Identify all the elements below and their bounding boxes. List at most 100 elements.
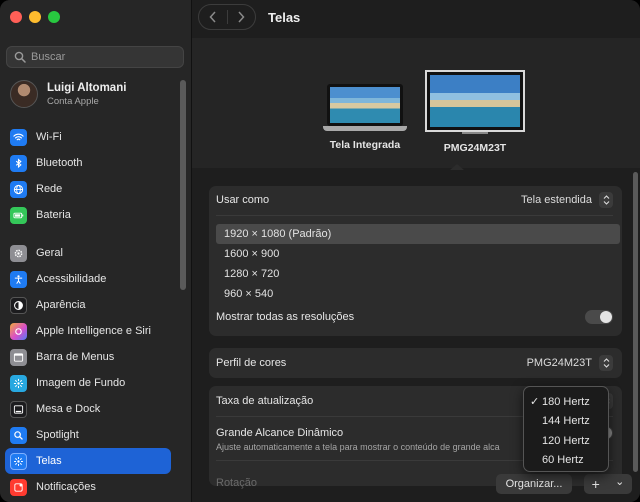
sidebar-item-label: Aparência bbox=[36, 299, 86, 311]
sidebar-item-label: Apple Intelligence e Siri bbox=[36, 325, 151, 337]
window-controls bbox=[10, 11, 60, 23]
forward-button[interactable] bbox=[228, 5, 256, 29]
show-all-label: Mostrar todas as resoluções bbox=[216, 311, 355, 323]
sidebar-item-label: Notificações bbox=[36, 481, 96, 493]
main-scrollbar[interactable] bbox=[633, 172, 638, 472]
hdr-label: Grande Alcance Dinâmico bbox=[216, 427, 344, 439]
refresh-option-60[interactable]: 60 Hertz bbox=[524, 451, 608, 471]
sidebar-item-spotlight[interactable]: Spotlight bbox=[5, 422, 171, 448]
page-title: Telas bbox=[268, 10, 301, 25]
sidebar-item-geral[interactable]: Geral bbox=[5, 240, 171, 266]
avatar bbox=[10, 80, 38, 108]
popup-stepper-icon[interactable] bbox=[599, 192, 613, 208]
user-account[interactable]: Luigi Altomani Conta Apple bbox=[10, 80, 126, 108]
display-label: Tela Integrada bbox=[329, 139, 401, 151]
sidebar-item-label: Bluetooth bbox=[36, 157, 83, 169]
color-profile-panel: Perfil de cores PMG24M23T bbox=[209, 348, 622, 378]
sidebar-item-barra-de-menus[interactable]: Barra de Menus bbox=[5, 344, 171, 370]
sidebar-item-label: Wi-Fi bbox=[36, 131, 62, 143]
sidebar-group-system: Geral Acessibilidade Aparência Apple Int… bbox=[5, 240, 171, 500]
sidebar-item-imagem-de-fundo[interactable]: Imagem de Fundo bbox=[5, 370, 171, 396]
sidebar-item-label: Geral bbox=[36, 247, 63, 259]
user-name: Luigi Altomani bbox=[47, 81, 127, 94]
display-arrangement: Tela Integrada PMG24M23T bbox=[192, 38, 640, 168]
use-as-label: Usar como bbox=[216, 194, 270, 206]
selected-display-indicator bbox=[450, 164, 464, 170]
sidebar-scrollbar[interactable] bbox=[180, 80, 186, 290]
display-tela-integrada[interactable]: Tela Integrada bbox=[320, 84, 410, 151]
checkmark-icon: ✓ bbox=[530, 396, 540, 409]
search-field[interactable] bbox=[6, 46, 184, 68]
siri-icon bbox=[10, 322, 27, 340]
arrange-button[interactable]: Organizar... bbox=[496, 474, 572, 494]
accessibility-icon bbox=[10, 270, 27, 288]
back-button[interactable] bbox=[199, 5, 227, 29]
sidebar-item-acessibilidade[interactable]: Acessibilidade bbox=[5, 266, 171, 292]
sidebar-item-label: Acessibilidade bbox=[36, 273, 107, 285]
use-as-row[interactable]: Usar como Tela estendida bbox=[216, 192, 613, 208]
laptop-icon bbox=[327, 84, 403, 126]
resolution-option[interactable]: 1280 × 720 bbox=[216, 264, 620, 284]
dock-icon bbox=[10, 400, 27, 418]
resolution-option[interactable]: 960 × 540 bbox=[216, 284, 620, 304]
display-pmg24m23t[interactable]: PMG24M23T bbox=[422, 70, 528, 154]
spotlight-icon bbox=[10, 426, 27, 444]
sidebar-item-telas[interactable]: Telas bbox=[5, 448, 171, 474]
refresh-option-120[interactable]: 120 Hertz bbox=[524, 431, 608, 451]
navigation-buttons bbox=[198, 4, 256, 30]
sidebar-item-bluetooth[interactable]: Bluetooth bbox=[5, 150, 171, 176]
search-input[interactable] bbox=[31, 51, 181, 63]
color-profile-value: PMG24M23T bbox=[526, 357, 592, 369]
chevron-right-icon bbox=[238, 11, 245, 23]
sidebar-group-network: Wi-Fi Bluetooth Rede Bateria bbox=[5, 124, 171, 228]
refresh-option-180[interactable]: ✓ 180 Hertz bbox=[524, 392, 608, 412]
display-icon bbox=[10, 452, 27, 470]
sidebar-item-label: Imagem de Fundo bbox=[36, 377, 126, 389]
toolbar: Telas bbox=[192, 0, 640, 38]
appearance-icon bbox=[10, 296, 27, 314]
bottom-toolbar: Organizar... + ⌄ bbox=[192, 474, 640, 502]
resolution-option[interactable]: 1920 × 1080 (Padrão) bbox=[216, 224, 620, 244]
sidebar-item-label: Spotlight bbox=[36, 429, 79, 441]
sidebar-item-label: Barra de Menus bbox=[36, 351, 115, 363]
main-content: Telas Tela Integrada PMG24M23T Usar como… bbox=[192, 0, 640, 502]
sidebar-item-mesa-e-dock[interactable]: Mesa e Dock bbox=[5, 396, 171, 422]
show-all-row: Mostrar todas as resoluções bbox=[216, 309, 613, 325]
close-button[interactable] bbox=[10, 11, 22, 23]
color-profile-row[interactable]: Perfil de cores PMG24M23T bbox=[216, 355, 613, 371]
bluetooth-icon bbox=[10, 154, 27, 172]
popup-stepper-icon[interactable] bbox=[599, 355, 613, 371]
use-as-value: Tela estendida bbox=[521, 194, 592, 206]
monitor-icon bbox=[425, 70, 525, 132]
sidebar-item-rede[interactable]: Rede bbox=[5, 176, 171, 202]
sidebar-item-bateria[interactable]: Bateria bbox=[5, 202, 171, 228]
sidebar-item-notificacoes[interactable]: Notificações bbox=[5, 474, 171, 500]
wifi-icon bbox=[10, 128, 27, 146]
zoom-button[interactable] bbox=[48, 11, 60, 23]
globe-icon bbox=[10, 180, 27, 198]
refresh-rate-label: Taxa de atualização bbox=[216, 395, 314, 407]
settings-window: Luigi Altomani Conta Apple Wi-Fi Bluetoo… bbox=[0, 0, 640, 502]
chevron-left-icon bbox=[209, 11, 216, 23]
display-label: PMG24M23T bbox=[443, 142, 507, 154]
sidebar: Luigi Altomani Conta Apple Wi-Fi Bluetoo… bbox=[0, 0, 192, 502]
search-icon bbox=[14, 51, 26, 63]
sidebar-item-wifi[interactable]: Wi-Fi bbox=[5, 124, 171, 150]
show-all-toggle[interactable] bbox=[585, 310, 613, 324]
minimize-button[interactable] bbox=[29, 11, 41, 23]
sidebar-item-label: Bateria bbox=[36, 209, 71, 221]
resolution-option[interactable]: 1600 × 900 bbox=[216, 244, 620, 264]
resolution-panel: Usar como Tela estendida 1920 × 1080 (Pa… bbox=[209, 186, 622, 336]
sidebar-item-aparencia[interactable]: Aparência bbox=[5, 292, 171, 318]
add-icon: + bbox=[591, 476, 600, 492]
wallpaper-icon bbox=[10, 374, 27, 392]
sidebar-item-label: Mesa e Dock bbox=[36, 403, 101, 415]
color-profile-label: Perfil de cores bbox=[216, 357, 287, 369]
add-display-menu[interactable]: + ⌄ bbox=[584, 474, 632, 494]
refresh-rate-menu: ✓ 180 Hertz 144 Hertz 120 Hertz 60 Hertz bbox=[523, 386, 609, 472]
menubar-icon bbox=[10, 348, 27, 366]
refresh-option-144[interactable]: 144 Hertz bbox=[524, 412, 608, 432]
sidebar-item-label: Rede bbox=[36, 183, 63, 195]
battery-icon bbox=[10, 206, 27, 224]
sidebar-item-siri[interactable]: Apple Intelligence e Siri bbox=[5, 318, 171, 344]
